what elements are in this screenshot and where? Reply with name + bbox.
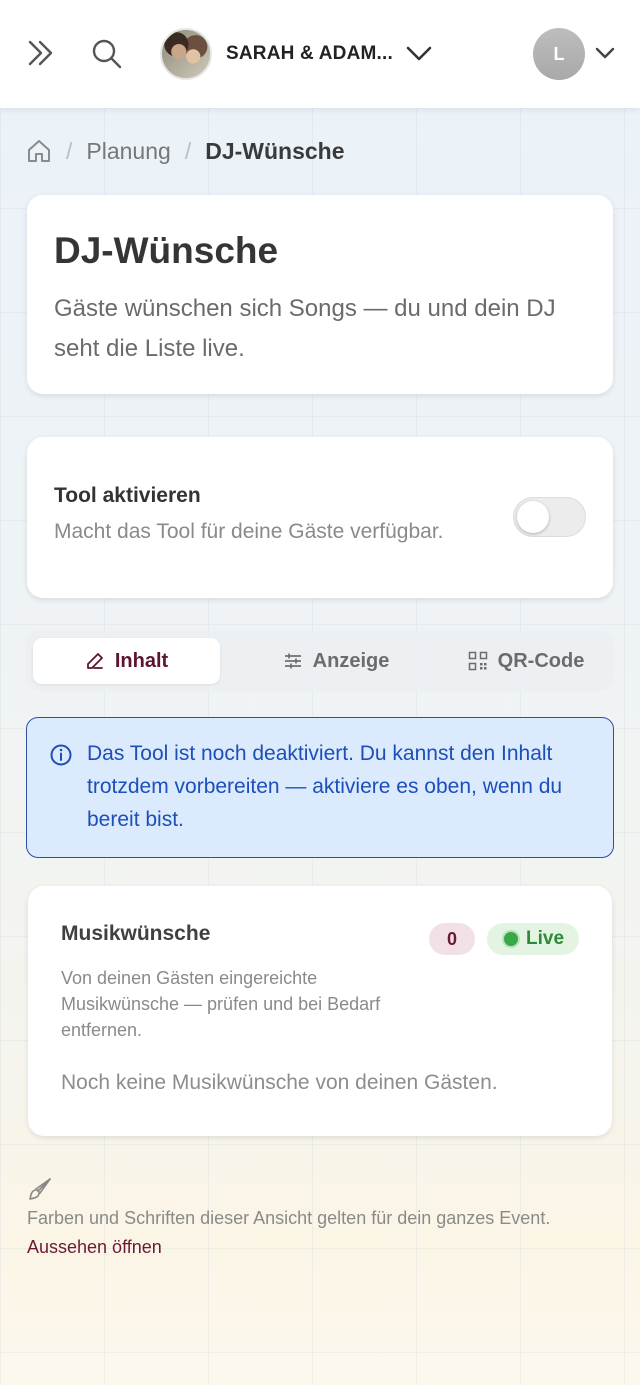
breadcrumb-item-planung[interactable]: Planung <box>86 138 170 165</box>
toggle-title: Tool aktivieren <box>54 484 201 507</box>
page-description: Gäste wünschen sich Songs — du und dein … <box>54 295 556 362</box>
chevron-down-icon[interactable] <box>405 42 433 66</box>
page-title: DJ-Wünsche <box>54 230 279 271</box>
live-badge: Live <box>487 923 579 955</box>
sliders-icon <box>284 653 301 669</box>
toggle-description: Macht das Tool für deine Gäste verfügbar… <box>54 520 444 543</box>
top-bar: SARAH & ADAM... L <box>0 0 640 108</box>
open-appearance-link[interactable]: Aussehen öffnen <box>27 1237 162 1258</box>
breadcrumb-separator: / <box>184 137 192 164</box>
info-icon <box>50 744 72 766</box>
chevrons-right-icon[interactable] <box>26 38 56 68</box>
activate-tool-toggle[interactable] <box>513 497 586 537</box>
tab-label: QR-Code <box>497 649 585 672</box>
live-dot-icon <box>502 930 520 948</box>
event-avatar[interactable] <box>160 28 212 80</box>
wish-count-badge: 0 <box>429 923 475 955</box>
edit-icon <box>86 653 103 669</box>
music-wishes-empty-state: Noch keine Musikwünsche von deinen Gäste… <box>61 1071 498 1094</box>
search-icon[interactable] <box>91 38 123 70</box>
music-wishes-title: Musikwünsche <box>61 922 211 945</box>
home-icon[interactable] <box>26 138 52 164</box>
paintbrush-icon <box>29 1178 51 1200</box>
tab-anzeige[interactable]: Anzeige <box>256 638 416 684</box>
tab-label: Inhalt <box>114 649 169 672</box>
tab-inhalt[interactable]: Inhalt <box>33 638 220 684</box>
music-wishes-description: Von deinen Gästen eingereichte Musikwüns… <box>61 968 381 1040</box>
event-name[interactable]: SARAH & ADAM... <box>226 43 393 65</box>
user-avatar[interactable]: L <box>533 28 585 80</box>
tab-bar: Inhalt Anzeige QR-Code <box>26 631 614 691</box>
breadcrumb-separator: / <box>66 137 73 164</box>
footer-note: Farben und Schriften dieser Ansicht gelt… <box>27 1208 551 1228</box>
qr-code-icon <box>468 651 487 671</box>
breadcrumb-item-current: DJ-Wünsche <box>205 137 345 164</box>
tab-label: Anzeige <box>312 649 390 672</box>
info-text: Das Tool ist noch deaktiviert. Du kannst… <box>87 742 563 831</box>
tab-qr-code[interactable]: QR-Code <box>446 638 606 684</box>
breadcrumb: / Planung / DJ-Wünsche <box>26 136 345 166</box>
toggle-knob <box>517 501 549 533</box>
chevron-down-icon[interactable] <box>594 43 616 63</box>
